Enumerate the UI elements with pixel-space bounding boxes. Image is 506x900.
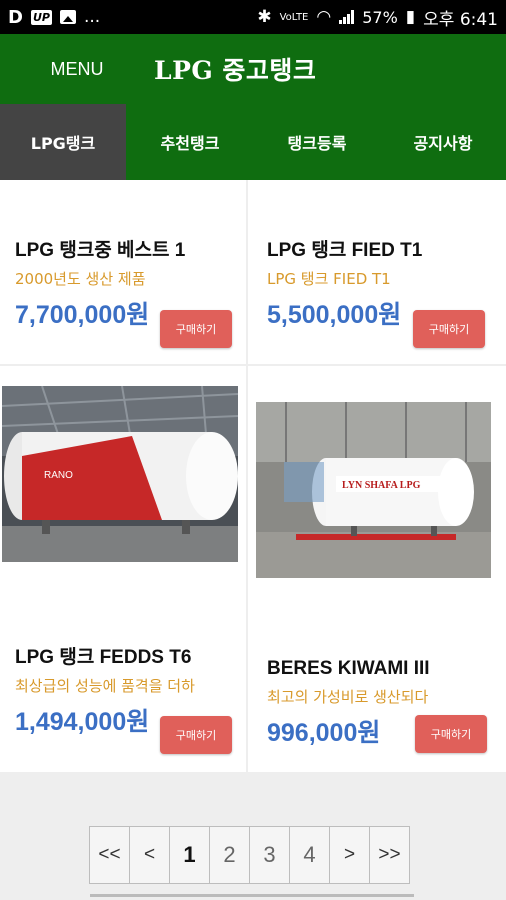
product-card[interactable]: LPG 탱크중 베스트 1 2000년도 생산 제품 7,700,000원 구매… bbox=[0, 180, 246, 364]
tank-label-text: RANO bbox=[44, 470, 73, 481]
page-1-button[interactable]: 1 bbox=[169, 826, 210, 884]
notification-up-icon: UP bbox=[30, 9, 52, 25]
first-page-button[interactable]: << bbox=[89, 826, 130, 884]
product-card[interactable]: RANO LPG 탱크 FEDDS T6 최상급의 성능에 품격을 더하 1,4… bbox=[0, 366, 246, 772]
app-header: MENU LPG 중고탱크 bbox=[0, 34, 506, 104]
battery-level: 57% bbox=[362, 7, 398, 27]
page-title: LPG 중고탱크 bbox=[154, 56, 317, 85]
tab-notices[interactable]: 공지사항 bbox=[380, 104, 506, 180]
bluetooth-icon: ✱ bbox=[257, 7, 272, 27]
image-notification-icon bbox=[59, 10, 76, 24]
pagination-underline bbox=[90, 894, 414, 897]
tab-register-tank[interactable]: 탱크등록 bbox=[254, 104, 380, 180]
buy-button[interactable]: 구매하기 bbox=[160, 310, 232, 348]
buy-button[interactable]: 구매하기 bbox=[160, 716, 232, 754]
product-image[interactable]: RANO bbox=[2, 386, 238, 562]
pagination: << < 1 2 3 4 > >> bbox=[89, 826, 410, 884]
lpg-tank-image: LYN SHAFA LPG bbox=[256, 402, 491, 578]
notification-d-icon: D bbox=[8, 6, 23, 28]
battery-icon: ▮ bbox=[405, 7, 416, 27]
pagination-area: << < 1 2 3 4 > >> bbox=[0, 810, 506, 900]
product-name: BERES KIWAMI III bbox=[267, 658, 430, 679]
tab-bar: LPG탱크 추천탱크 탱크등록 공지사항 bbox=[0, 104, 506, 180]
tank-label-text: LYN SHAFA LPG bbox=[342, 480, 421, 491]
volte-icon: VoLTE bbox=[279, 11, 309, 23]
tab-lpg-tank[interactable]: LPG탱크 bbox=[0, 104, 126, 180]
product-price: 996,000원 bbox=[267, 719, 381, 747]
clock: 오후 6:41 bbox=[423, 9, 498, 30]
product-name: LPG 탱크 FEDDS T6 bbox=[15, 647, 192, 668]
last-page-button[interactable]: >> bbox=[369, 826, 410, 884]
menu-button[interactable]: MENU bbox=[0, 59, 154, 80]
product-name: LPG 탱크 FIED T1 bbox=[267, 240, 423, 261]
page-3-button[interactable]: 3 bbox=[249, 826, 290, 884]
prev-page-button[interactable]: < bbox=[129, 826, 170, 884]
buy-button[interactable]: 구매하기 bbox=[413, 310, 485, 348]
product-name: LPG 탱크중 베스트 1 bbox=[15, 240, 186, 261]
status-bar: D UP ... ✱ VoLTE ◠ 57% ▮ 오후 6:41 bbox=[0, 0, 506, 34]
product-card[interactable]: LPG 탱크 FIED T1 LPG 탱크 FIED T1 5,500,000원… bbox=[248, 180, 506, 364]
product-subtitle: 2000년도 생산 제품 bbox=[15, 270, 146, 288]
tab-recommended-tank[interactable]: 추천탱크 bbox=[126, 104, 254, 180]
product-image[interactable]: LYN SHAFA LPG bbox=[256, 402, 491, 578]
wifi-icon: ◠ bbox=[316, 7, 332, 27]
product-price: 5,500,000원 bbox=[267, 301, 402, 329]
signal-icon bbox=[339, 10, 355, 24]
product-card[interactable]: LYN SHAFA LPG BERES KIWAMI III 최고의 가성비로 … bbox=[248, 366, 506, 772]
next-page-button[interactable]: > bbox=[329, 826, 370, 884]
product-subtitle: 최고의 가성비로 생산되다 bbox=[267, 688, 429, 706]
more-notifications: ... bbox=[83, 7, 101, 27]
lpg-tank-image: RANO bbox=[2, 386, 238, 562]
product-subtitle: LPG 탱크 FIED T1 bbox=[267, 270, 391, 288]
page-2-button[interactable]: 2 bbox=[209, 826, 250, 884]
buy-button[interactable]: 구매하기 bbox=[415, 715, 487, 753]
product-grid: LPG 탱크중 베스트 1 2000년도 생산 제품 7,700,000원 구매… bbox=[0, 180, 506, 810]
page-4-button[interactable]: 4 bbox=[289, 826, 330, 884]
product-subtitle: 최상급의 성능에 품격을 더하 bbox=[15, 677, 195, 695]
